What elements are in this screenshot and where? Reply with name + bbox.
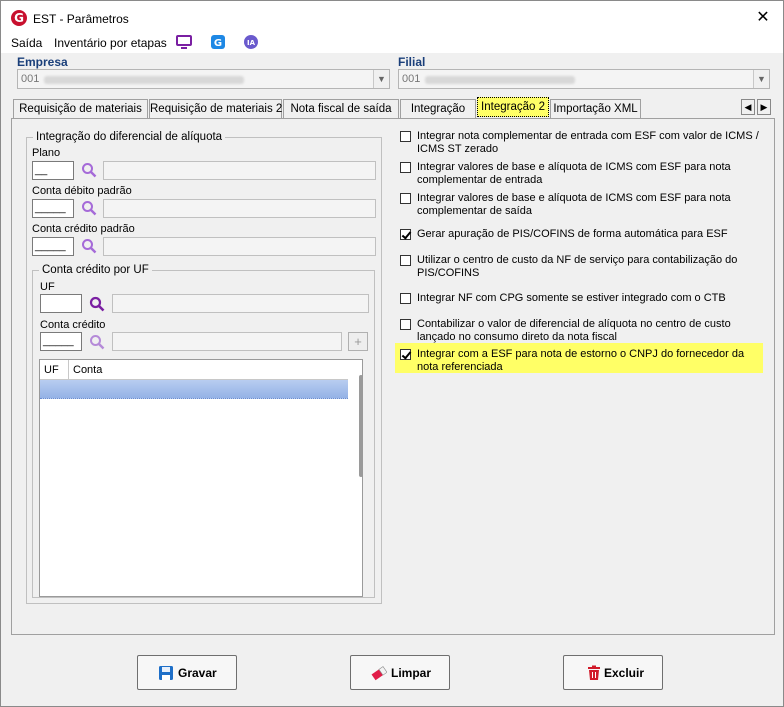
excluir-button[interactable]: Excluir [563, 655, 663, 690]
table-row[interactable] [40, 380, 348, 399]
main-window: G EST - Parâmetros ✕ Saída Inventário po… [0, 0, 784, 707]
diferencial-aliquota-title: Integração do diferencial de alíquota [36, 131, 223, 143]
checkbox[interactable] [400, 162, 411, 173]
uf-label: UF [40, 281, 55, 293]
eraser-icon [371, 666, 387, 681]
menu-inventario[interactable]: Inventário por etapas [54, 36, 167, 50]
tab-importacao-xml[interactable]: Importação XML [550, 99, 641, 119]
add-uf-button[interactable]: + [348, 332, 368, 351]
grid-header: UF Conta [40, 360, 348, 380]
option-label: Gerar apuração de PIS/COFINS de forma au… [417, 228, 728, 240]
conta-credito-label: Conta crédito [40, 319, 106, 331]
tab-integracao[interactable]: Integração [400, 99, 476, 119]
filial-label: Filial [398, 55, 426, 69]
search-icon[interactable] [89, 296, 105, 312]
option-label: Integrar valores de base e alíquota de I… [417, 192, 731, 217]
close-icon[interactable]: ✕ [753, 7, 773, 27]
checkbox[interactable] [400, 193, 411, 204]
grid-col-uf: UF [44, 364, 59, 376]
empresa-value: 001 [21, 73, 40, 85]
grid-col-conta: Conta [73, 364, 103, 376]
conta-debito-label: Conta débito padrão [32, 185, 132, 197]
option-label: Integrar com a ESF para nota de estorno … [417, 348, 745, 373]
option-label: Contabilizar o valor de diferencial de a… [417, 318, 731, 343]
app-g-icon[interactable]: G [210, 34, 226, 50]
tab-requisicao-materiais-2[interactable]: Requisição de materiais 2 [149, 99, 282, 119]
search-icon[interactable] [81, 200, 97, 216]
plano-label: Plano [32, 147, 61, 159]
conta-credito-input[interactable]: _____ [40, 332, 82, 351]
tab-scroll-right-icon[interactable]: ▶ [757, 99, 771, 115]
title-bar: G EST - Parâmetros ✕ [1, 1, 783, 33]
gravar-button[interactable]: Gravar [137, 655, 237, 690]
excluir-label: Excluir [604, 666, 645, 680]
tab-nota-fiscal-saida[interactable]: Nota fiscal de saída [283, 99, 399, 119]
option-label: Integrar valores de base e alíquota de I… [417, 161, 731, 186]
option-label: Utilizar o centro de custo da NF de serv… [417, 254, 738, 279]
filial-select[interactable]: 001 ▼ [398, 69, 770, 89]
conta-credito-padrao-description [103, 237, 376, 256]
checkbox[interactable] [400, 255, 411, 266]
option-label: Integrar nota complementar de entrada co… [417, 130, 759, 155]
empresa-name-redacted [44, 76, 244, 84]
option-label: Integrar NF com CPG somente se estiver i… [417, 292, 726, 304]
ia-icon[interactable]: IA [243, 34, 259, 50]
tab-scroll-left-icon[interactable]: ◀ [741, 99, 755, 115]
grid-scrollbar[interactable] [359, 375, 363, 477]
checkbox-checked[interactable] [400, 349, 411, 360]
trash-icon [588, 665, 600, 680]
uf-conta-grid[interactable]: UF Conta [39, 359, 363, 597]
checkbox[interactable] [400, 293, 411, 304]
plano-description [103, 161, 376, 180]
checkbox[interactable] [400, 131, 411, 142]
search-icon[interactable] [81, 238, 97, 254]
limpar-button[interactable]: Limpar [350, 655, 450, 690]
tab-integracao-2[interactable]: Integração 2 [477, 97, 549, 117]
uf-input[interactable] [40, 294, 82, 313]
conta-debito-input[interactable]: _____ [32, 199, 74, 218]
conta-credito-padrao-input[interactable]: _____ [32, 237, 74, 256]
limpar-label: Limpar [391, 666, 432, 680]
conta-debito-description [103, 199, 376, 218]
checkbox[interactable] [400, 319, 411, 330]
filial-name-redacted [425, 76, 575, 84]
chevron-down-icon[interactable]: ▼ [753, 70, 769, 88]
menu-saida[interactable]: Saída [11, 36, 42, 50]
conta-credito-padrao-label: Conta crédito padrão [32, 223, 135, 235]
search-icon[interactable] [81, 162, 97, 178]
gravar-label: Gravar [178, 666, 217, 680]
svg-text:G: G [214, 38, 222, 49]
grid-col-divider [68, 360, 69, 380]
conta-credito-uf-title: Conta crédito por UF [42, 264, 149, 276]
empresa-label: Empresa [17, 55, 68, 69]
search-icon[interactable] [89, 334, 105, 350]
chevron-down-icon[interactable]: ▼ [373, 70, 389, 88]
conta-credito-description [112, 332, 342, 351]
filial-value: 001 [402, 73, 421, 85]
svg-text:IA: IA [247, 39, 256, 47]
menu-bar: Saída Inventário por etapas G IA [1, 33, 783, 53]
app-logo-icon: G [11, 10, 27, 26]
window-title: EST - Parâmetros [33, 12, 129, 26]
checkbox-checked[interactable] [400, 229, 411, 240]
tab-requisicao-materiais[interactable]: Requisição de materiais [13, 99, 148, 119]
uf-description [112, 294, 369, 313]
plano-input[interactable]: __ [32, 161, 74, 180]
save-icon [159, 666, 173, 680]
monitor-icon[interactable] [176, 34, 192, 50]
empresa-select[interactable]: 001 ▼ [17, 69, 390, 89]
